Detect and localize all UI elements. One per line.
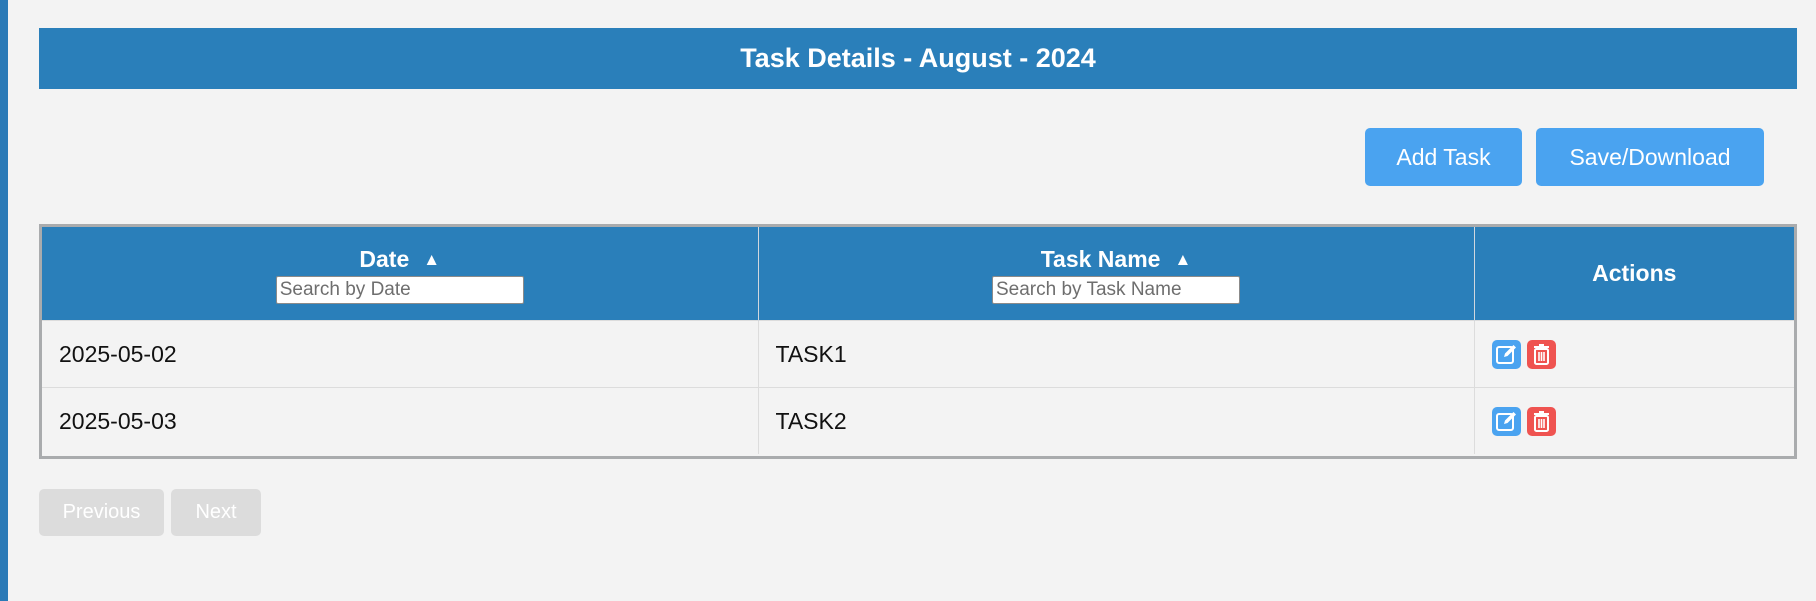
actions-cell bbox=[1473, 387, 1794, 454]
sort-ascending-icon[interactable]: ▲ bbox=[423, 251, 440, 268]
table-row: 2025-05-03 TASK2 bbox=[42, 387, 1794, 454]
task-name-cell: TASK2 bbox=[757, 387, 1474, 454]
actions-cell bbox=[1473, 320, 1794, 388]
edit-icon[interactable] bbox=[1491, 406, 1521, 436]
column-header-date: Date ▲ bbox=[42, 227, 758, 321]
column-header-actions: Actions bbox=[1473, 227, 1794, 321]
sort-ascending-icon[interactable]: ▲ bbox=[1174, 251, 1191, 268]
search-by-task-name-input[interactable] bbox=[992, 275, 1240, 304]
column-header-task-name: Task Name ▲ bbox=[757, 227, 1474, 321]
add-task-button[interactable]: Add Task bbox=[1365, 128, 1522, 186]
save-download-button[interactable]: Save/Download bbox=[1536, 128, 1764, 186]
date-cell: 2025-05-02 bbox=[42, 320, 758, 388]
column-header-date-label: Date bbox=[359, 245, 410, 272]
column-header-actions-label: Actions bbox=[1592, 260, 1677, 286]
page-title: Task Details - August - 2024 bbox=[39, 28, 1797, 89]
task-table: Date ▲ Task Name ▲ Actions bbox=[39, 224, 1797, 459]
date-cell: 2025-05-03 bbox=[42, 387, 758, 454]
search-by-date-input[interactable] bbox=[275, 275, 524, 304]
edit-icon[interactable] bbox=[1491, 339, 1521, 369]
left-accent-bar bbox=[0, 0, 8, 601]
previous-page-button[interactable]: Previous bbox=[39, 489, 164, 536]
column-header-task-name-label: Task Name bbox=[1040, 245, 1161, 272]
next-page-button[interactable]: Next bbox=[171, 489, 261, 536]
delete-icon[interactable] bbox=[1526, 406, 1556, 436]
table-row: 2025-05-02 TASK1 bbox=[42, 320, 1794, 388]
task-name-cell: TASK1 bbox=[757, 320, 1474, 388]
delete-icon[interactable] bbox=[1526, 339, 1556, 369]
table-header-row: Date ▲ Task Name ▲ Actions bbox=[42, 227, 1794, 321]
